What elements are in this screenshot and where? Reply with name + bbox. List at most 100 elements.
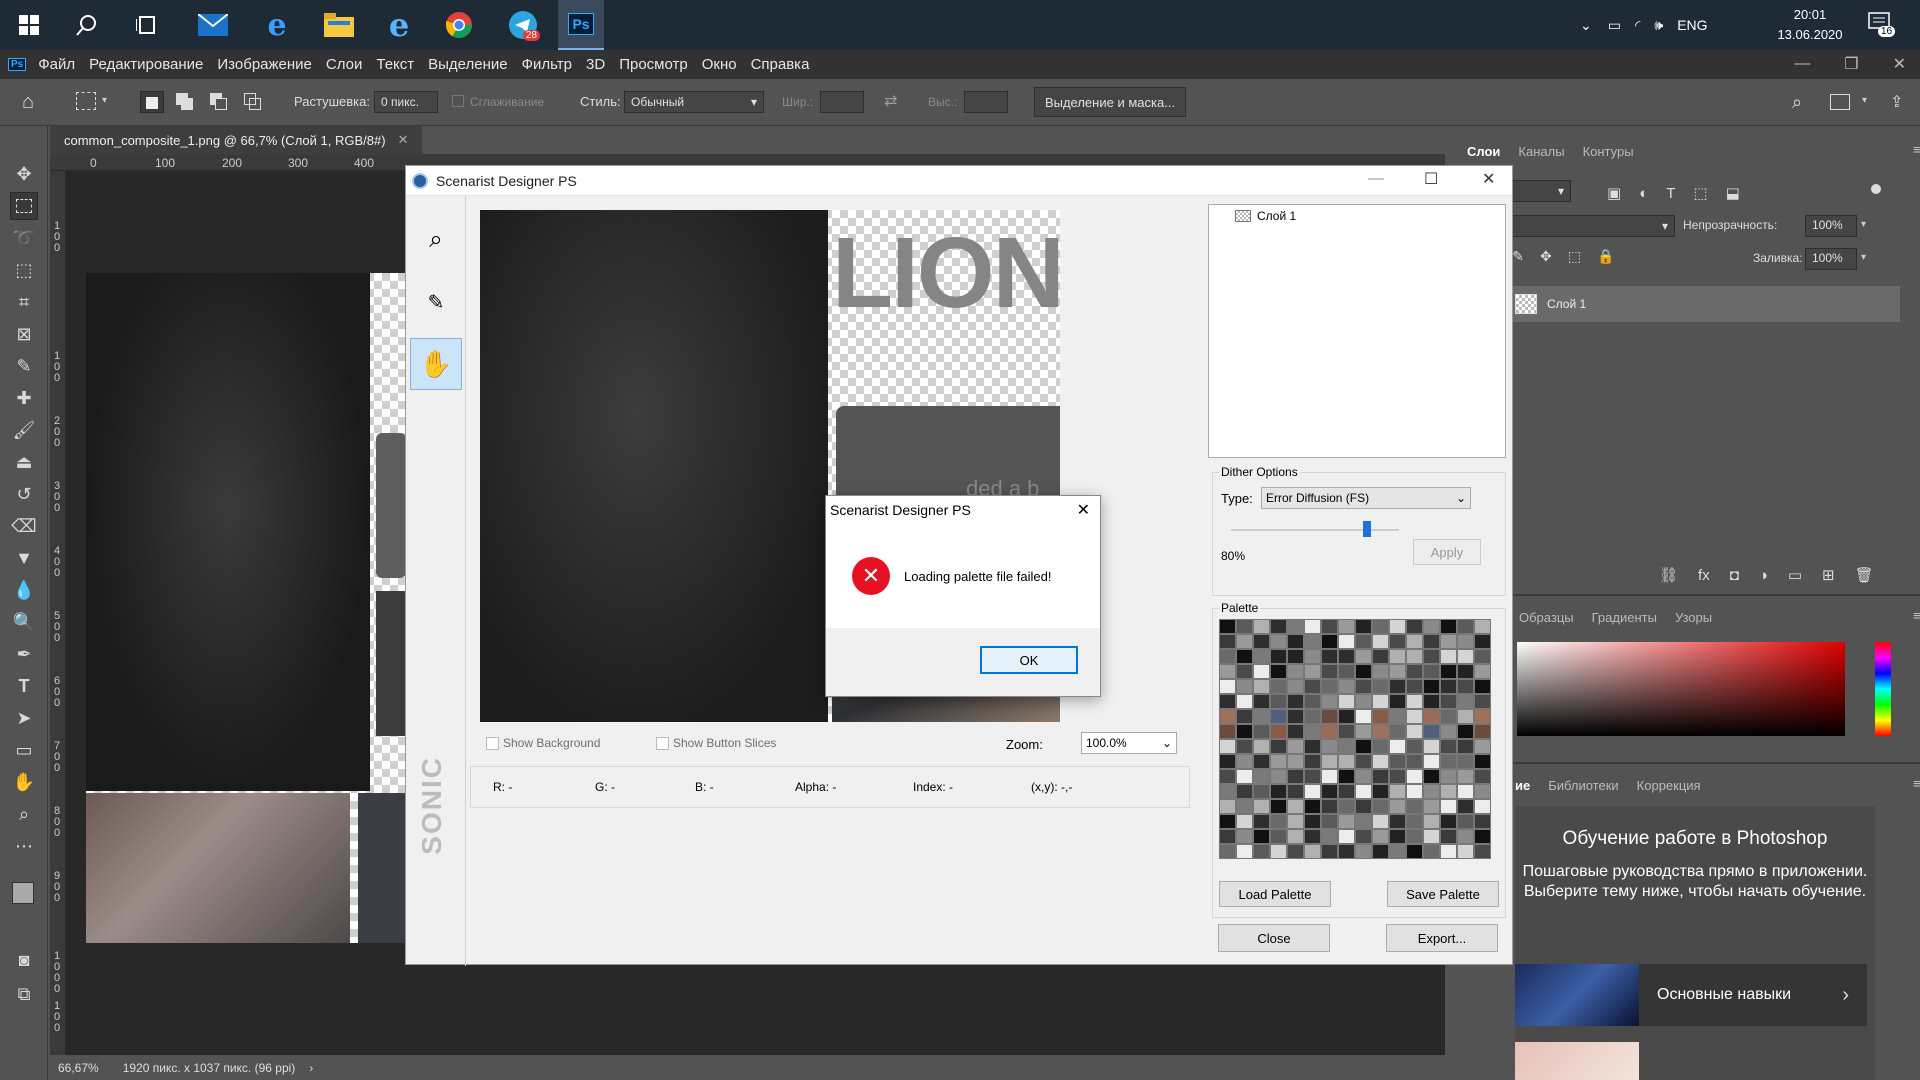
palette-swatch[interactable] [1321, 634, 1338, 649]
select-and-mask-button[interactable]: Выделение и маска... [1034, 87, 1186, 117]
palette-swatch[interactable] [1355, 739, 1372, 754]
palette-swatch[interactable] [1355, 694, 1372, 709]
palette-swatch[interactable] [1406, 814, 1423, 829]
menu-select[interactable]: Выделение [428, 56, 507, 73]
palette-swatch[interactable] [1457, 694, 1474, 709]
menu-3d[interactable]: 3D [586, 56, 605, 73]
palette-swatch[interactable] [1236, 664, 1253, 679]
delete-layer-icon[interactable]: 🗑 [1855, 566, 1874, 584]
palette-swatch[interactable] [1321, 829, 1338, 844]
tab-gradients[interactable]: Градиенты [1592, 610, 1657, 625]
width-input[interactable] [820, 91, 864, 113]
palette-swatch[interactable] [1270, 709, 1287, 724]
telegram-icon[interactable]: 28 [500, 5, 546, 45]
palette-swatch[interactable] [1304, 784, 1321, 799]
palette-swatch[interactable] [1440, 844, 1457, 859]
palette-swatch[interactable] [1372, 619, 1389, 634]
palette-swatch[interactable] [1253, 694, 1270, 709]
palette-swatch[interactable] [1321, 769, 1338, 784]
palette-swatch[interactable] [1253, 769, 1270, 784]
restore-icon[interactable]: ❐ [1844, 54, 1858, 74]
palette-swatch[interactable] [1440, 829, 1457, 844]
palette-swatch[interactable] [1287, 619, 1304, 634]
palette-swatch[interactable] [1474, 694, 1491, 709]
tab-paths[interactable]: Контуры [1583, 144, 1634, 159]
palette-swatch[interactable] [1372, 679, 1389, 694]
palette-swatch[interactable] [1236, 724, 1253, 739]
save-palette-button[interactable]: Save Palette [1387, 881, 1499, 907]
dither-slider-thumb[interactable] [1363, 521, 1371, 537]
palette-swatch[interactable] [1287, 769, 1304, 784]
close-icon[interactable]: ✕ [398, 132, 409, 148]
palette-swatch[interactable] [1372, 754, 1389, 769]
palette-swatch[interactable] [1270, 619, 1287, 634]
chevron-down-icon[interactable]: ▾ [1861, 252, 1866, 263]
palette-swatch[interactable] [1338, 634, 1355, 649]
palette-swatch[interactable] [1389, 784, 1406, 799]
task-view-icon[interactable] [124, 5, 170, 45]
palette-swatch[interactable] [1304, 694, 1321, 709]
palette-swatch[interactable] [1423, 664, 1440, 679]
palette-swatch[interactable] [1406, 634, 1423, 649]
more-tools-icon[interactable]: ⋯ [10, 832, 38, 860]
language-indicator[interactable]: ENG [1677, 17, 1707, 33]
show-background-option[interactable]: Show Background [486, 736, 600, 750]
palette-swatch[interactable] [1389, 679, 1406, 694]
palette-swatch[interactable] [1236, 784, 1253, 799]
palette-swatch[interactable] [1253, 724, 1270, 739]
palette-swatch[interactable] [1440, 814, 1457, 829]
tab-libraries[interactable]: Библиотеки [1548, 778, 1618, 793]
palette-swatch[interactable] [1423, 769, 1440, 784]
palette-grid[interactable] [1219, 619, 1507, 859]
palette-swatch[interactable] [1355, 664, 1372, 679]
palette-swatch[interactable] [1406, 694, 1423, 709]
palette-swatch[interactable] [1372, 634, 1389, 649]
palette-swatch[interactable] [1389, 799, 1406, 814]
panel-menu-icon[interactable]: ≡ [1913, 608, 1920, 623]
palette-swatch[interactable] [1406, 709, 1423, 724]
palette-swatch[interactable] [1236, 679, 1253, 694]
palette-swatch[interactable] [1355, 679, 1372, 694]
palette-swatch[interactable] [1423, 634, 1440, 649]
palette-swatch[interactable] [1423, 784, 1440, 799]
menu-image[interactable]: Изображение [217, 56, 312, 73]
lasso-tool-icon[interactable]: ➰ [10, 224, 38, 252]
palette-swatch[interactable] [1457, 679, 1474, 694]
palette-swatch[interactable] [1253, 709, 1270, 724]
palette-swatch[interactable] [1287, 754, 1304, 769]
adjust-filter-icon[interactable]: ◐ [1639, 185, 1648, 202]
palette-swatch[interactable] [1457, 664, 1474, 679]
palette-swatch[interactable] [1406, 664, 1423, 679]
menu-filter[interactable]: Фильтр [522, 56, 572, 73]
type-filter-icon[interactable]: T [1666, 185, 1675, 202]
chrome-icon[interactable] [436, 5, 482, 45]
move-tool-icon[interactable]: ✥ [10, 160, 38, 188]
palette-swatch[interactable] [1423, 724, 1440, 739]
notification-icon[interactable]: 16 [1868, 12, 1898, 42]
layer-name[interactable]: Слой 1 [1547, 297, 1586, 311]
palette-swatch[interactable] [1355, 649, 1372, 664]
fx-icon[interactable]: fx [1698, 567, 1710, 584]
palette-swatch[interactable] [1253, 664, 1270, 679]
palette-swatch[interactable] [1406, 679, 1423, 694]
brush-tool-icon[interactable]: 🖌 [10, 416, 38, 444]
palette-swatch[interactable] [1474, 799, 1491, 814]
adjustment-icon[interactable]: ◑ [1759, 567, 1768, 584]
palette-swatch[interactable] [1304, 664, 1321, 679]
palette-swatch[interactable] [1457, 844, 1474, 859]
palette-swatch[interactable] [1423, 709, 1440, 724]
quick-mask-icon[interactable]: ◙ [10, 946, 38, 974]
tab-channels[interactable]: Каналы [1518, 144, 1564, 159]
palette-swatch[interactable] [1372, 784, 1389, 799]
folder-icon[interactable] [316, 5, 362, 45]
palette-swatch[interactable] [1355, 724, 1372, 739]
palette-swatch[interactable] [1321, 784, 1338, 799]
palette-swatch[interactable] [1270, 634, 1287, 649]
palette-swatch[interactable] [1355, 844, 1372, 859]
palette-swatch[interactable] [1253, 679, 1270, 694]
menu-help[interactable]: Справка [751, 56, 810, 73]
palette-swatch[interactable] [1457, 814, 1474, 829]
maximize-icon[interactable]: ☐ [1424, 169, 1438, 189]
palette-swatch[interactable] [1321, 754, 1338, 769]
frame-tool-icon[interactable]: ⊠ [10, 320, 38, 348]
